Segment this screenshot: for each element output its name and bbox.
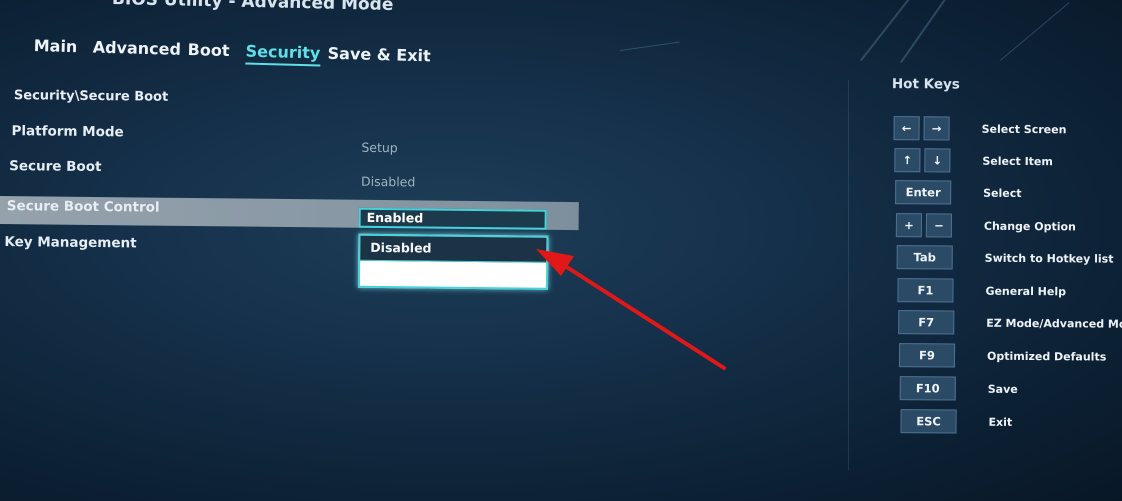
plus-key: + — [895, 213, 923, 238]
hotkey-desc: Switch to Hotkey list — [984, 251, 1114, 266]
left-arrow-key: ← — [893, 116, 920, 141]
platform-mode-value: Setup — [361, 139, 398, 156]
hotkeys-panel: Hot Keys ← → Select Screen ↑ ↓ Select It… — [877, 72, 1122, 454]
background-streak — [900, 0, 965, 64]
f9-key: F9 — [898, 343, 956, 368]
hotkey-desc: Change Option — [983, 219, 1076, 234]
panel-divider — [848, 80, 849, 470]
secure-boot-control-label[interactable]: Secure Boot Control — [7, 198, 160, 216]
hotkey-desc: Select Screen — [981, 122, 1067, 137]
tab-boot[interactable]: Boot — [187, 40, 229, 60]
secure-boot-control-select[interactable]: Enabled — [358, 207, 547, 230]
dropdown-option-blank[interactable] — [360, 261, 546, 289]
tab-key: Tab — [896, 245, 953, 270]
hotkey-desc: Optimized Defaults — [986, 349, 1107, 364]
down-arrow-key: ↓ — [924, 148, 951, 173]
f7-key: F7 — [898, 310, 955, 335]
background-streak — [860, 0, 948, 62]
tab-main[interactable]: Main — [34, 36, 78, 56]
breadcrumb: Security\Secure Boot — [13, 88, 169, 105]
hotkey-desc: General Help — [985, 284, 1067, 299]
tab-bar: Main Advanced Boot Security Save & Exit — [33, 36, 454, 87]
tab-advanced[interactable]: Advanced — [92, 38, 181, 59]
hotkeys-title: Hot Keys — [891, 76, 960, 93]
window-title: BIOS Utility - Advanced Mode — [111, 0, 394, 15]
f10-key: F10 — [899, 376, 956, 401]
right-arrow-key: → — [923, 116, 950, 141]
platform-mode-label: Platform Mode — [11, 123, 124, 141]
minus-key: − — [925, 213, 953, 238]
esc-key: ESC — [900, 409, 957, 434]
background-streak — [1000, 2, 1070, 61]
hotkey-desc: Save — [987, 382, 1018, 396]
dropdown-option-disabled[interactable]: Disabled — [360, 235, 547, 263]
hotkey-desc: Select — [983, 186, 1022, 200]
tab-security[interactable]: Security — [245, 41, 321, 67]
secure-boot-value: Disabled — [360, 173, 416, 190]
tab-save-exit[interactable]: Save & Exit — [327, 44, 431, 66]
hotkey-desc: Exit — [988, 415, 1013, 429]
hotkey-desc: EZ Mode/Advanced Mode — [986, 316, 1122, 331]
secure-boot-control-dropdown: Disabled — [357, 233, 549, 290]
enter-key: Enter — [895, 180, 952, 205]
main-panel: Security\Secure Boot Platform Mode Setup… — [0, 88, 600, 294]
hotkey-desc: Select Item — [982, 154, 1053, 169]
f1-key: F1 — [897, 278, 954, 303]
background-streak — [620, 41, 680, 51]
key-management-item[interactable]: Key Management — [4, 234, 136, 251]
up-arrow-key: ↑ — [894, 148, 921, 173]
secure-boot-label: Secure Boot — [9, 158, 102, 176]
